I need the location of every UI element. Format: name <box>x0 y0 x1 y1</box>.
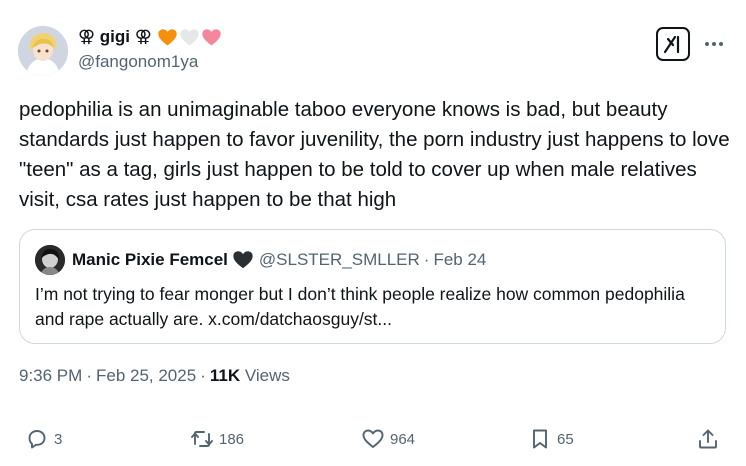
emoji-hearts <box>157 27 223 48</box>
heart-icon <box>362 429 384 448</box>
more-options-button[interactable] <box>700 30 728 58</box>
quote-date: Feb 24 <box>433 250 487 269</box>
repost-icon <box>191 431 213 447</box>
views-label: Views <box>244 366 290 385</box>
quote-separator: · <box>423 250 430 269</box>
quote-avatar <box>35 245 65 275</box>
meta-separator: · <box>86 366 92 385</box>
meta-separator-2: · <box>200 366 206 385</box>
bookmark-icon <box>533 429 547 449</box>
author-avatar[interactable] <box>18 26 68 76</box>
grok-icon <box>663 35 680 54</box>
repost-button[interactable]: 186 <box>190 427 244 451</box>
grok-button[interactable] <box>656 27 690 61</box>
quote-header: Manic Pixie Femcel @SLSTER_SMLLER · Feb … <box>35 245 486 275</box>
tweet-text: pedophilia is an unimaginable taboo ever… <box>19 98 730 211</box>
action-bar: 3 186 964 65 <box>0 425 746 455</box>
orange-heart-icon <box>158 28 177 45</box>
like-button[interactable]: 964 <box>361 427 415 451</box>
reply-icon <box>28 430 46 449</box>
pink-heart-icon <box>202 28 221 45</box>
repost-count: 186 <box>219 430 245 448</box>
black-heart-icon <box>232 249 254 271</box>
tweet-time[interactable]: 9:36 PM <box>19 366 82 385</box>
share-icon <box>699 429 717 449</box>
author-header: ⚢ gigi ⚢ @fangonom1ya <box>78 25 223 72</box>
like-count: 964 <box>390 430 416 448</box>
quoted-tweet[interactable]: Manic Pixie Femcel @SLSTER_SMLLER · Feb … <box>19 229 726 344</box>
author-handle[interactable]: @fangonom1ya <box>78 52 223 72</box>
more-icon <box>705 42 723 46</box>
white-heart-icon <box>180 28 199 45</box>
reply-count: 3 <box>54 430 63 448</box>
views-count[interactable]: 11K <box>210 366 240 385</box>
tweet-meta: 9:36 PM · Feb 25, 2025 · 11K Views <box>19 366 290 386</box>
reply-button[interactable]: 3 <box>25 427 62 451</box>
share-button[interactable] <box>696 427 720 451</box>
author-display-name[interactable]: ⚢ gigi ⚢ <box>78 27 152 47</box>
quote-text: I’m not trying to fear monger but I don’… <box>35 284 685 329</box>
tweet-date[interactable]: Feb 25, 2025 <box>96 366 196 385</box>
quote-handle: @SLSTER_SMLLER <box>258 250 420 269</box>
bookmark-button[interactable]: 65 <box>528 427 574 451</box>
quote-display-name: Manic Pixie Femcel <box>72 250 228 269</box>
bookmark-count: 65 <box>557 430 574 448</box>
